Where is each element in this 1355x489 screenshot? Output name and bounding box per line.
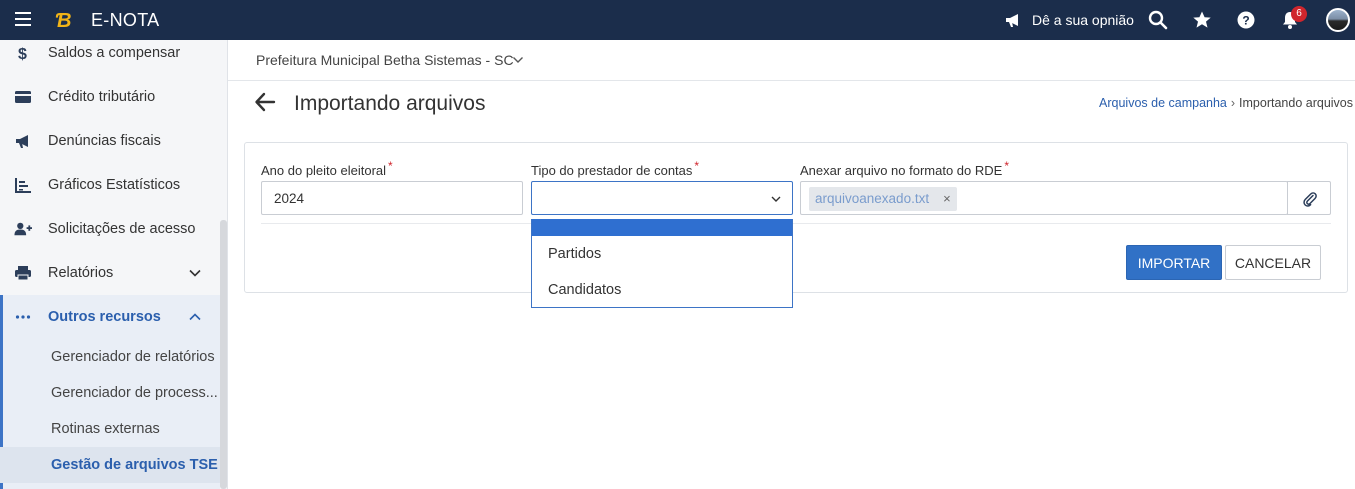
svg-text:?: ? [1242, 14, 1249, 28]
printer-icon [14, 264, 32, 282]
sidebar-item-label: Saldos a compensar [48, 45, 181, 61]
notification-badge: 6 [1291, 6, 1307, 22]
chevron-down-icon[interactable] [512, 54, 524, 66]
paperclip-icon [1303, 192, 1317, 207]
svg-text:$: $ [18, 46, 27, 62]
dropdown-option-empty[interactable] [532, 219, 792, 236]
sidebar-subitem-label: Gestão de arquivos TSE [51, 457, 218, 473]
sidebar-item-label: Crédito tributário [48, 89, 156, 105]
megaphone-icon [14, 132, 32, 150]
user-plus-icon [14, 220, 32, 238]
app-title[interactable]: E-NOTA [91, 10, 159, 31]
help-icon[interactable]: ? [1236, 10, 1256, 30]
file-label: Anexar arquivo no formato do RDE * [800, 159, 1009, 178]
sidebar-item-saldos[interactable]: $ Saldos a compensar [0, 31, 220, 75]
sidebar-subitem-gestao-arquivos-tse[interactable]: Gestão de arquivos TSE [0, 447, 220, 483]
breadcrumb-separator: › [1230, 96, 1236, 110]
dollar-icon: $ [14, 44, 32, 62]
feedback-link[interactable]: Dê a sua opnião [1032, 12, 1134, 28]
file-input[interactable]: arquivoanexado.txt × [800, 181, 1288, 215]
breadcrumb-current: Importando arquivos [1239, 96, 1353, 110]
chevron-down-icon [189, 269, 201, 277]
sidebar-item-graficos[interactable]: Gráficos Estatísticos [0, 163, 220, 207]
sidebar-item-label: Denúncias fiscais [48, 133, 161, 149]
page-title: Importando arquivos [294, 92, 486, 115]
file-label-text: Anexar arquivo no formato do RDE [800, 163, 1003, 178]
star-icon[interactable] [1192, 10, 1212, 30]
hamburger-icon[interactable] [15, 12, 31, 28]
required-mark: * [694, 159, 700, 173]
import-button[interactable]: IMPORTAR [1126, 245, 1222, 280]
attached-file-chip: arquivoanexado.txt × [809, 187, 957, 211]
dropdown-option-partidos[interactable]: Partidos [532, 236, 792, 272]
sidebar-item-label: Solicitações de acesso [48, 221, 196, 237]
year-label-text: Ano do pleito eleitoral [261, 163, 387, 178]
sidebar-item-label: Gráficos Estatísticos [48, 177, 181, 193]
breadcrumb-link-arquivos-campanha[interactable]: Arquivos de campanha [1099, 96, 1227, 110]
chart-icon [14, 176, 32, 194]
required-mark: * [388, 159, 393, 173]
sidebar-subitem-gerenciador-relatorios[interactable]: Gerenciador de relatórios [0, 339, 220, 375]
sidebar-subitem-label: Gerenciador de process... [51, 385, 218, 401]
provider-type-label-text: Tipo do prestador de contas [531, 163, 693, 178]
organization-selector[interactable]: Prefeitura Municipal Betha Sistemas - SC [256, 52, 514, 68]
sidebar-item-outros-recursos[interactable]: Outros recursos [0, 295, 220, 339]
breadcrumb: Arquivos de campanha › Importando arquivos [1099, 96, 1353, 110]
more-icon [14, 308, 32, 326]
provider-type-label: Tipo do prestador de contas * [531, 159, 699, 178]
user-avatar[interactable] [1326, 8, 1350, 32]
provider-type-select[interactable] [531, 181, 793, 215]
sidebar-subitem-label: Gerenciador de relatórios [51, 349, 215, 365]
chevron-up-icon [189, 313, 201, 321]
sidebar-scrollbar[interactable] [220, 220, 227, 489]
megaphone-icon[interactable] [1004, 11, 1022, 29]
cancel-button[interactable]: CANCELAR [1225, 245, 1321, 280]
sidebar-item-label: Relatórios [48, 265, 114, 281]
sidebar-subitem-label: Rotinas externas [51, 421, 160, 437]
remove-file-button[interactable]: × [943, 191, 951, 206]
back-arrow-icon[interactable] [254, 91, 276, 113]
provider-type-dropdown: Partidos Candidatos [531, 219, 793, 308]
sidebar-item-relatorios[interactable]: Relatórios [0, 251, 220, 295]
sidebar-subitem-rotinas-externas[interactable]: Rotinas externas [0, 411, 220, 447]
chevron-down-icon [771, 196, 781, 202]
sidebar-item-solicitacoes[interactable]: Solicitações de acesso [0, 207, 220, 251]
search-icon[interactable] [1148, 10, 1168, 30]
sidebar-item-label: Outros recursos [48, 309, 161, 325]
header-divider [228, 80, 1355, 81]
year-label: Ano do pleito eleitoral * [261, 159, 393, 178]
sidebar-item-denuncias[interactable]: Denúncias fiscais [0, 119, 220, 163]
sidebar-subitem-gerenciador-processos[interactable]: Gerenciador de process... [0, 375, 220, 411]
dropdown-option-candidatos[interactable]: Candidatos [532, 272, 792, 308]
attach-file-button[interactable] [1287, 181, 1331, 215]
attached-file-name: arquivoanexado.txt [815, 191, 930, 206]
sidebar-item-credito[interactable]: Crédito tributário [0, 75, 220, 119]
betha-logo[interactable]: Ɓ [54, 8, 82, 32]
required-mark: * [1004, 159, 1009, 173]
year-input[interactable]: 2024 [261, 181, 523, 215]
credit-card-icon [14, 88, 32, 106]
sidebar: $ Saldos a compensar Crédito tributário … [0, 40, 228, 489]
form-divider [261, 223, 1331, 224]
svg-text:Ɓ: Ɓ [55, 10, 71, 32]
